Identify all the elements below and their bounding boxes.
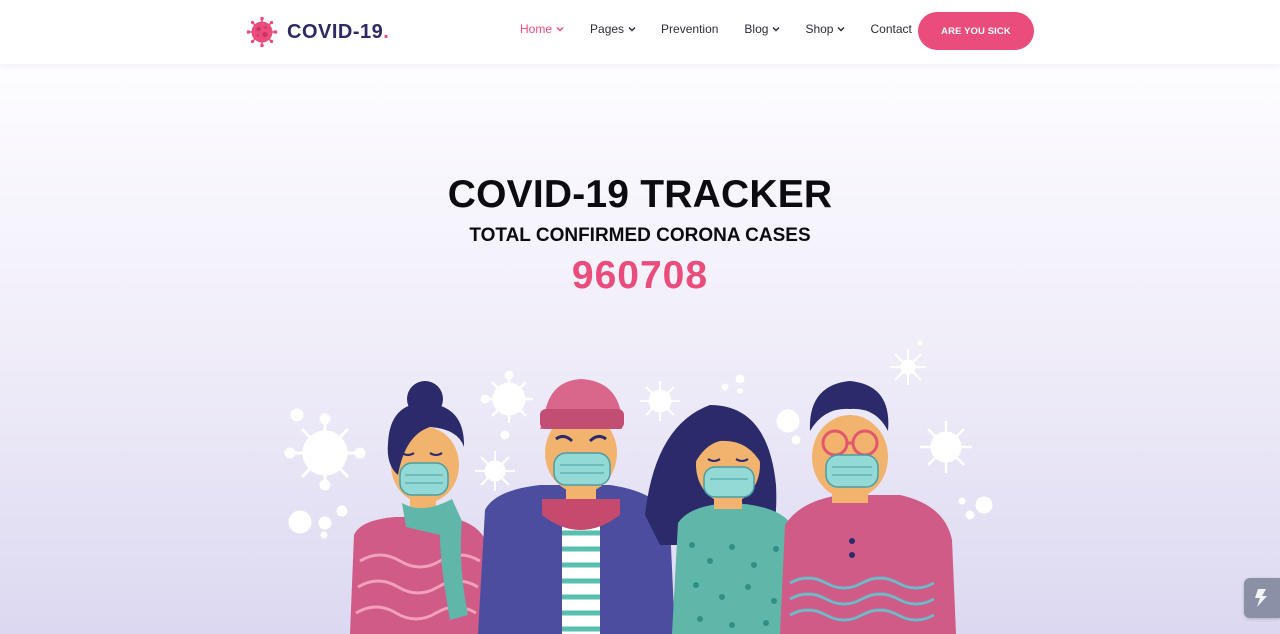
nav-blog[interactable]: Blog <box>744 22 780 36</box>
are-you-sick-button[interactable]: ARE YOU SICK <box>918 12 1034 50</box>
chevron-down-icon <box>556 26 564 32</box>
nav-home-label: Home <box>520 22 553 36</box>
nav-shop[interactable]: Shop <box>805 22 846 36</box>
nav-pages-label: Pages <box>590 22 625 36</box>
masked-people-illustration <box>284 340 993 634</box>
chevron-down-icon <box>837 26 846 32</box>
lightning-icon <box>1255 589 1267 607</box>
nav-shop-label: Shop <box>805 22 834 36</box>
person-man-glasses <box>780 381 956 634</box>
nav-home[interactable]: Home <box>520 22 564 36</box>
site-logo[interactable]: COVID-19. <box>246 15 389 49</box>
scroll-widget-button[interactable] <box>1244 578 1280 618</box>
logo-dot: . <box>383 20 390 43</box>
hero-subtitle: TOTAL CONFIRMED CORONA CASES <box>469 225 811 246</box>
nav-contact[interactable]: Contact <box>870 22 911 36</box>
page-title: COVID-19 TRACKER <box>447 173 833 216</box>
confirmed-cases-count: 960708 <box>571 254 709 297</box>
nav-blog-label: Blog <box>744 22 769 36</box>
site-header: COVID-19. Home Pages Prevention Blog Sho… <box>0 0 1280 64</box>
main-nav: Home Pages Prevention Blog Shop Contact <box>520 22 912 36</box>
nav-prevention[interactable]: Prevention <box>661 22 718 36</box>
hero-section: COVID-19 TRACKER TOTAL CONFIRMED CORONA … <box>0 170 1280 300</box>
chevron-down-icon <box>772 26 780 32</box>
nav-contact-label: Contact <box>870 22 912 36</box>
chevron-down-icon <box>628 26 636 32</box>
nav-pages[interactable]: Pages <box>590 22 636 36</box>
person-man-beanie <box>478 379 675 634</box>
person-woman-scarf <box>350 381 495 634</box>
virus-icon <box>246 16 278 48</box>
logo-text: COVID-19. <box>287 20 390 43</box>
nav-prevention-label: Prevention <box>661 22 719 36</box>
